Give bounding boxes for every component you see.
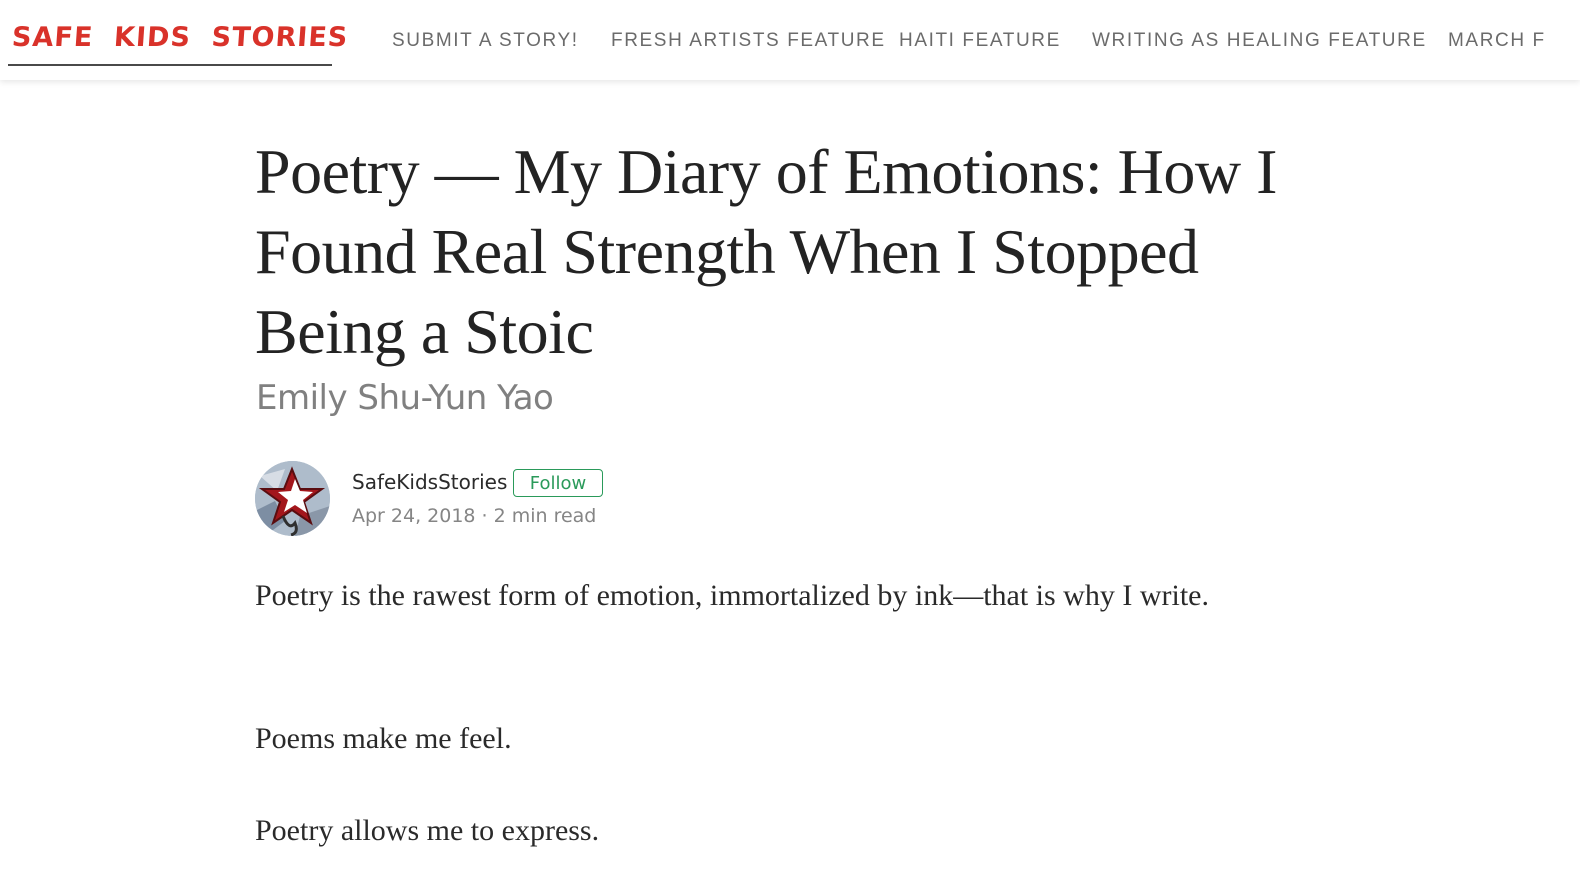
star-avatar-icon — [255, 461, 330, 536]
nav-item-march-focus[interactable]: MARCH FOCUS — [1448, 30, 1546, 52]
main-nav: SUBMIT A STORY! FRESH ARTISTS FEATURE HA… — [392, 0, 1546, 80]
nav-item-fresh-artists[interactable]: FRESH ARTISTS FEATURE — [611, 30, 886, 52]
site-logo[interactable]: SAFE KIDS STORIES — [8, 18, 349, 66]
paragraph: Poems make me feel. — [255, 722, 512, 755]
article-title: Poetry — My Diary of Emotions: How I Fou… — [255, 136, 1277, 367]
paragraph: Poetry allows me to express. — [255, 814, 600, 847]
top-navigation-bar: SAFE KIDS STORIES SUBMIT A STORY! FRESH … — [0, 0, 1580, 80]
read-time: 2 min read — [493, 505, 597, 527]
site-logo-text: SAFE KIDS STORIES — [10, 22, 350, 53]
paragraph: Poetry is the rawest form of emotion, im… — [255, 579, 1209, 612]
meta-separator: · — [481, 505, 488, 527]
article-meta: Apr 24, 2018 · 2 min read — [352, 505, 596, 527]
nav-item-writing-healing[interactable]: WRITING AS HEALING FEATURE — [1092, 30, 1427, 52]
author-name-link[interactable]: SafeKidsStories — [352, 470, 507, 494]
publish-date: Apr 24, 2018 — [352, 505, 476, 527]
author-avatar[interactable] — [255, 461, 330, 536]
follow-button[interactable]: Follow — [513, 469, 603, 497]
article-subtitle: Emily Shu-Yun Yao — [256, 378, 554, 418]
nav-item-submit-story[interactable]: SUBMIT A STORY! — [392, 30, 579, 52]
nav-item-haiti[interactable]: HAITI FEATURE — [899, 30, 1061, 52]
